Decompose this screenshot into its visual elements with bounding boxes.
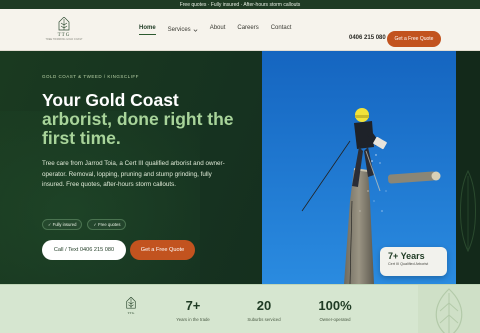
headline-accent: arborist, done right the first time. bbox=[42, 109, 234, 148]
stat-owner-operated: 100% Owner-operated bbox=[300, 298, 370, 323]
stat-years: 7+ Years in the trade bbox=[158, 298, 228, 323]
badge-label: Cert III Qualified Arborist bbox=[388, 262, 429, 266]
chevron-down-icon bbox=[193, 28, 198, 32]
tree-logo-icon bbox=[126, 297, 136, 309]
nav-item-contact[interactable]: Contact bbox=[271, 25, 292, 35]
header-quote-button[interactable]: Get a Free Quote bbox=[387, 31, 441, 47]
hero-eyebrow: GOLD COAST & TWEED / KINGSCLIFF bbox=[42, 74, 139, 79]
stat-label: Suburbs serviced bbox=[247, 317, 281, 322]
nav-item-services[interactable]: Services bbox=[168, 25, 198, 35]
stats-strip: TTG 7+ Years in the trade 20 Suburbs ser… bbox=[0, 284, 480, 333]
announcement-bar: Free quotes · Fully insured · After-hour… bbox=[0, 0, 480, 9]
badge-value: 7+ Years bbox=[388, 251, 425, 261]
site-header: TTG TREE TRIMMING GOLD COAST Home Servic… bbox=[0, 9, 480, 51]
leaf-corner-decoration bbox=[418, 285, 480, 333]
stat-value: 100% bbox=[318, 298, 352, 313]
hero-quote-button[interactable]: Get a Free Quote bbox=[130, 240, 195, 260]
nav-item-careers[interactable]: Careers bbox=[237, 25, 258, 35]
call-text-button[interactable]: Call / Text 0406 215 080 bbox=[42, 240, 126, 260]
nav-item-services-label: Services bbox=[167, 27, 191, 33]
stats-logo-text: TTG bbox=[127, 311, 135, 315]
hero-description: Tree care from Jarrod Toia, a Cert III q… bbox=[42, 160, 225, 188]
stat-label: Owner-operated bbox=[319, 317, 351, 322]
stat-label: Years in the trade bbox=[176, 317, 210, 322]
headline-line-1: Your Gold Coast bbox=[42, 90, 179, 110]
stat-value: 7+ bbox=[185, 298, 201, 313]
hero-pills: ✓ Fully insured ✓ Free quotes bbox=[42, 219, 127, 230]
header-phone-link[interactable]: 0406 215 080 bbox=[349, 35, 386, 41]
stats-logo: TTG bbox=[121, 297, 141, 321]
brand-logo[interactable]: TTG TREE TRIMMING GOLD COAST bbox=[45, 17, 83, 47]
brand-tagline: TREE TRIMMING GOLD COAST bbox=[45, 38, 83, 41]
nav-item-about[interactable]: About bbox=[210, 25, 226, 35]
announcement-text: Free quotes · Fully insured · After-hour… bbox=[179, 1, 301, 8]
hero-section: GOLD COAST & TWEED / KINGSCLIFF Your Gol… bbox=[0, 51, 480, 284]
pill-free-quotes: ✓ Free quotes bbox=[87, 219, 127, 230]
hero-headline: Your Gold Coast arborist, done right the… bbox=[42, 91, 252, 148]
stat-suburbs: 20 Suburbs serviced bbox=[229, 298, 299, 323]
main-nav: Home Services About Careers Contact bbox=[139, 25, 291, 35]
pill-fully-insured: ✓ Fully insured bbox=[42, 219, 83, 230]
stat-value: 20 bbox=[256, 298, 272, 313]
experience-badge: 7+ Years Cert III Qualified Arborist bbox=[380, 247, 447, 276]
leaf-pattern-decoration bbox=[456, 51, 480, 284]
tree-logo-icon bbox=[58, 17, 70, 31]
nav-item-home[interactable]: Home bbox=[139, 25, 156, 35]
